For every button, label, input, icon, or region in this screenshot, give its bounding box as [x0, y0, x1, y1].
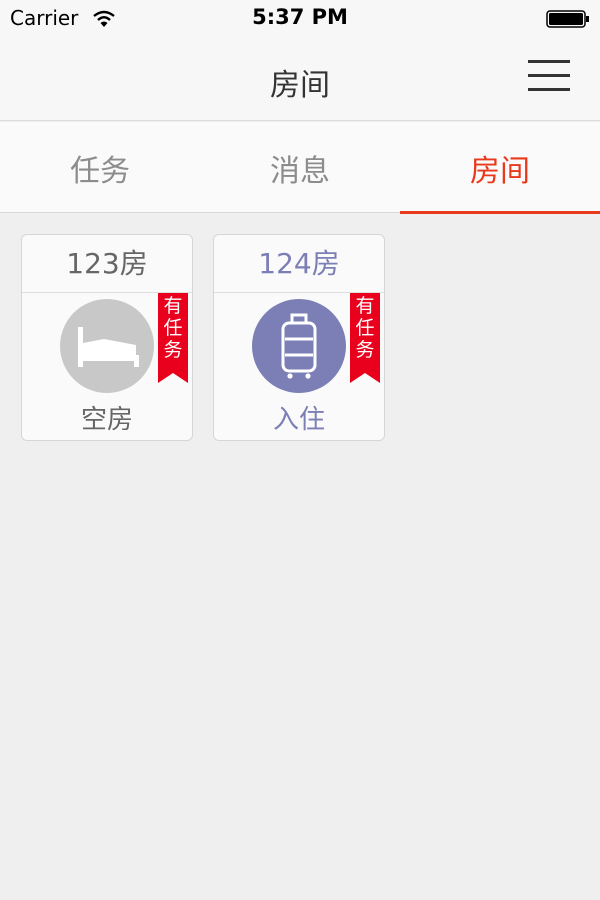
room-status: 入住: [272, 405, 325, 435]
room-number: 123房: [22, 235, 192, 293]
tab-label: 房间: [470, 154, 530, 189]
tab-label: 消息: [270, 154, 330, 189]
bed-icon: [60, 299, 154, 393]
battery-icon: [546, 10, 590, 28]
tab-active-indicator: [400, 211, 600, 214]
tab-rooms[interactable]: 房间: [400, 122, 600, 214]
tab-bar: 任务 消息 房间: [0, 122, 600, 214]
page-title: 房间: [270, 68, 330, 103]
status-bar: Carrier 5:37 PM: [0, 0, 600, 40]
menu-button[interactable]: [528, 60, 570, 92]
navigation-bar: 房间: [0, 40, 600, 121]
task-badge: 有任务: [350, 293, 380, 383]
room-card-124[interactable]: 124房 有任务 入住: [213, 234, 385, 441]
task-badge-label: 有任务: [355, 295, 375, 361]
menu-icon-line: [528, 60, 570, 63]
task-badge: 有任务: [158, 293, 188, 383]
tab-label: 任务: [70, 154, 130, 189]
menu-icon-line: [528, 74, 570, 77]
room-number: 124房: [214, 235, 384, 293]
clock: 5:37 PM: [252, 5, 348, 29]
luggage-icon: [252, 299, 346, 393]
room-status: 空房: [80, 405, 133, 435]
menu-icon-line: [528, 88, 570, 91]
tab-messages[interactable]: 消息: [200, 122, 400, 212]
room-card-123[interactable]: 123房 有任务 空房: [21, 234, 193, 441]
tab-tasks[interactable]: 任务: [0, 122, 200, 212]
task-badge-label: 有任务: [163, 295, 183, 361]
